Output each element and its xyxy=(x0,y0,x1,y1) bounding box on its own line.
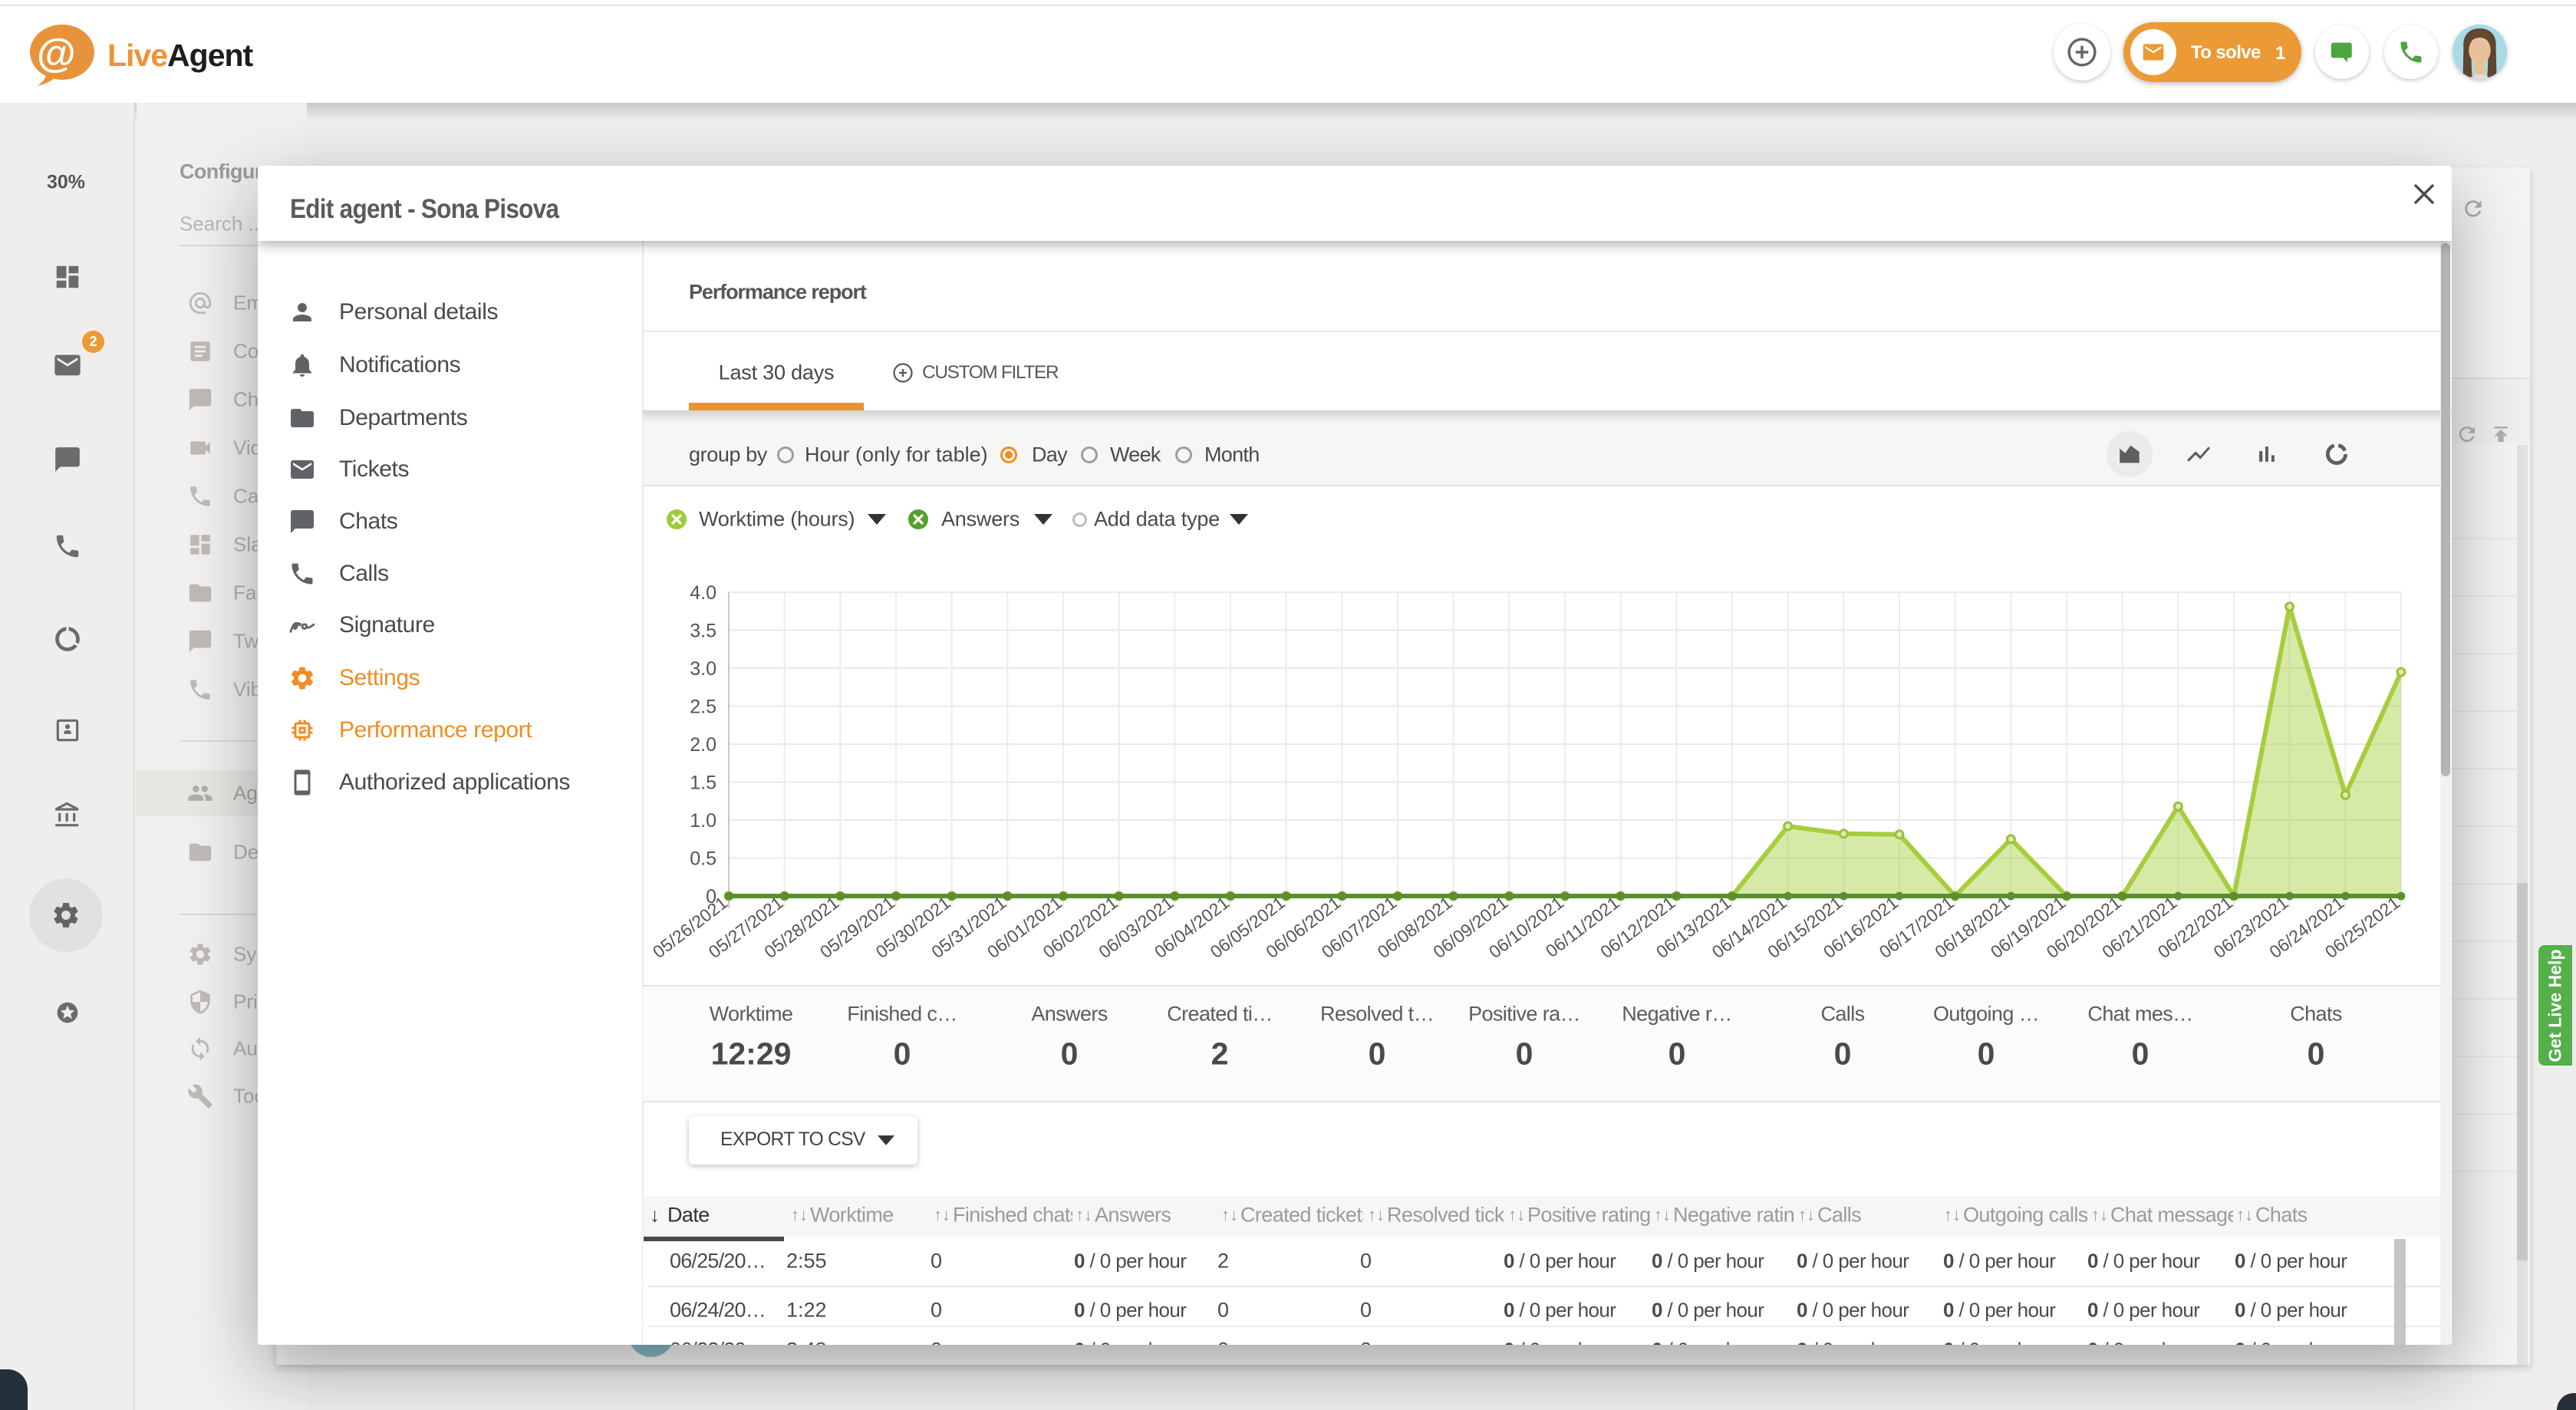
svg-text:@: @ xyxy=(37,31,76,76)
svg-text:LiveAgent: LiveAgent xyxy=(107,38,254,73)
svg-text:3.5: 3.5 xyxy=(690,621,716,642)
svg-text:0.5: 0.5 xyxy=(690,848,716,870)
svg-text:4.0: 4.0 xyxy=(690,582,716,604)
svg-text:1.5: 1.5 xyxy=(690,773,716,794)
svg-text:2.5: 2.5 xyxy=(690,697,716,718)
svg-text:1.0: 1.0 xyxy=(690,810,716,832)
svg-text:3.0: 3.0 xyxy=(690,658,716,680)
svg-text:2.0: 2.0 xyxy=(690,734,716,756)
